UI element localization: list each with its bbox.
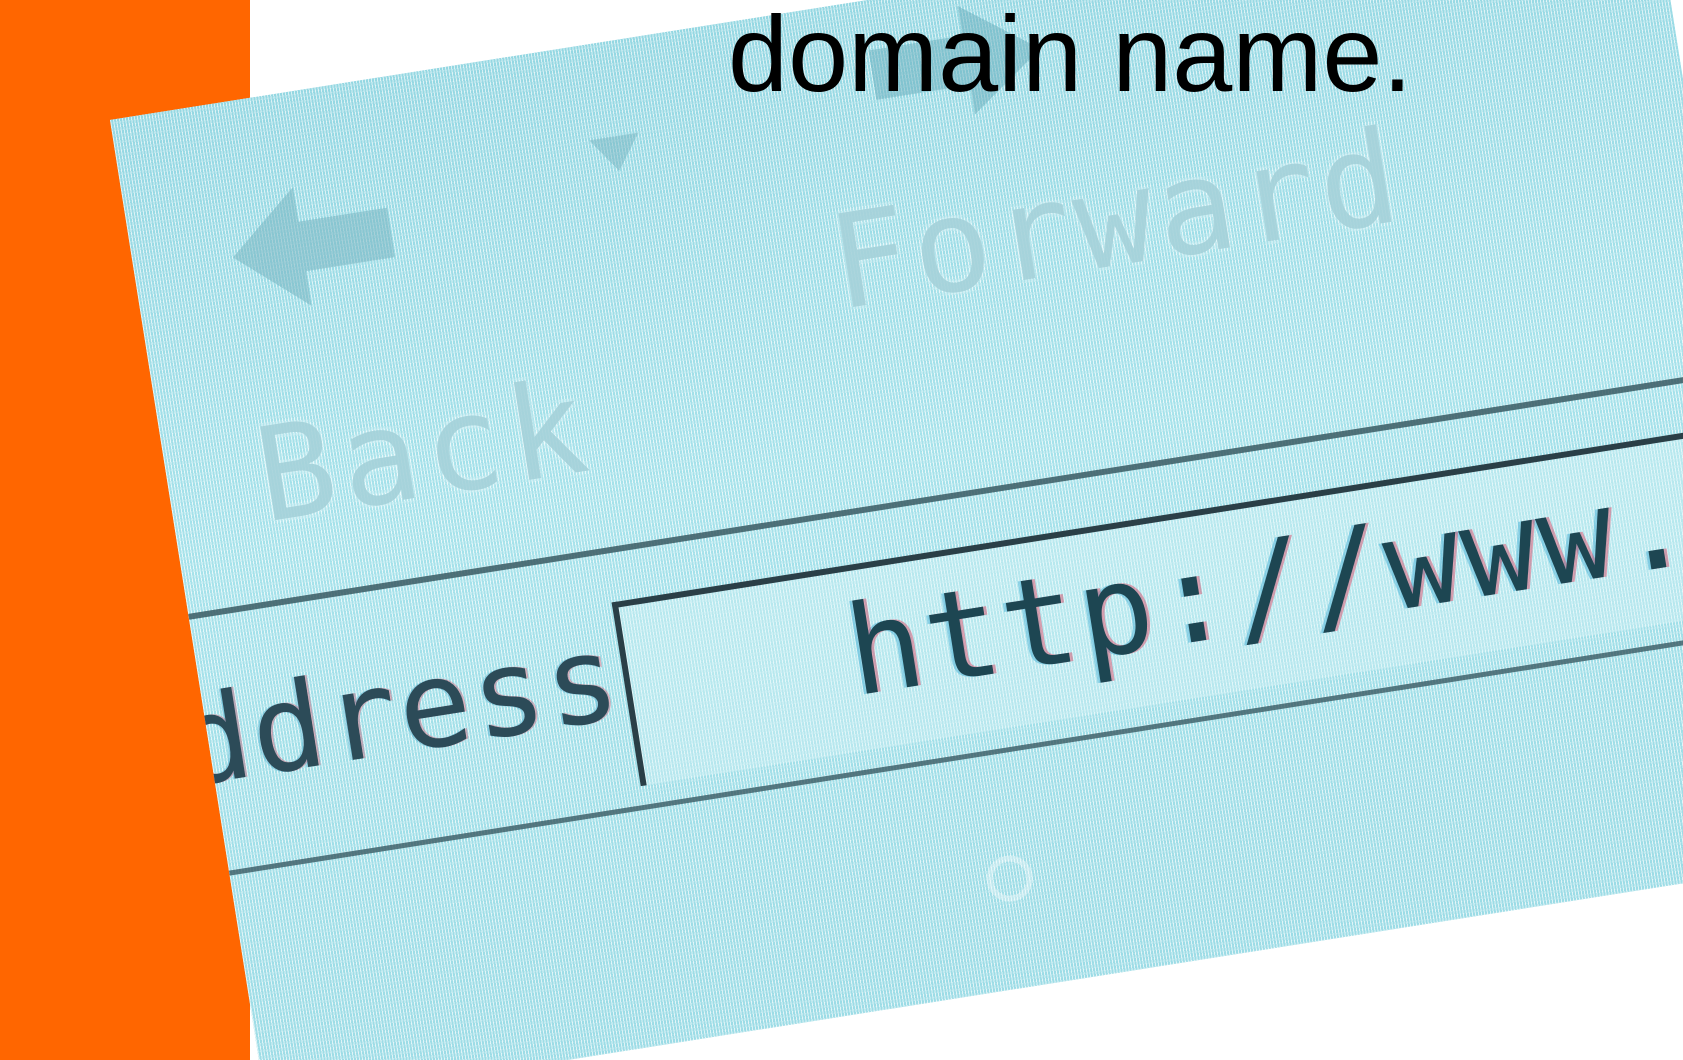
address-label: ddress xyxy=(167,608,630,816)
back-dropdown-chevron-down-icon xyxy=(589,132,639,171)
back-arrow-icon xyxy=(233,187,395,306)
forward-button-label: Forward xyxy=(819,99,1413,340)
slide-caption: domain name. xyxy=(728,0,1413,114)
address-value: http://www... xyxy=(837,424,1683,726)
photo-frame: Back Forward ddress http://www... xyxy=(0,0,1683,1060)
slide: Back Forward ddress http://www... domain… xyxy=(0,0,1683,1060)
browser-toolbar-photo: Back Forward ddress http://www... xyxy=(110,0,1683,1060)
address-field: http://www... xyxy=(611,413,1683,787)
back-button-label: Back xyxy=(245,349,603,553)
faint-glyph-icon xyxy=(986,855,1033,902)
